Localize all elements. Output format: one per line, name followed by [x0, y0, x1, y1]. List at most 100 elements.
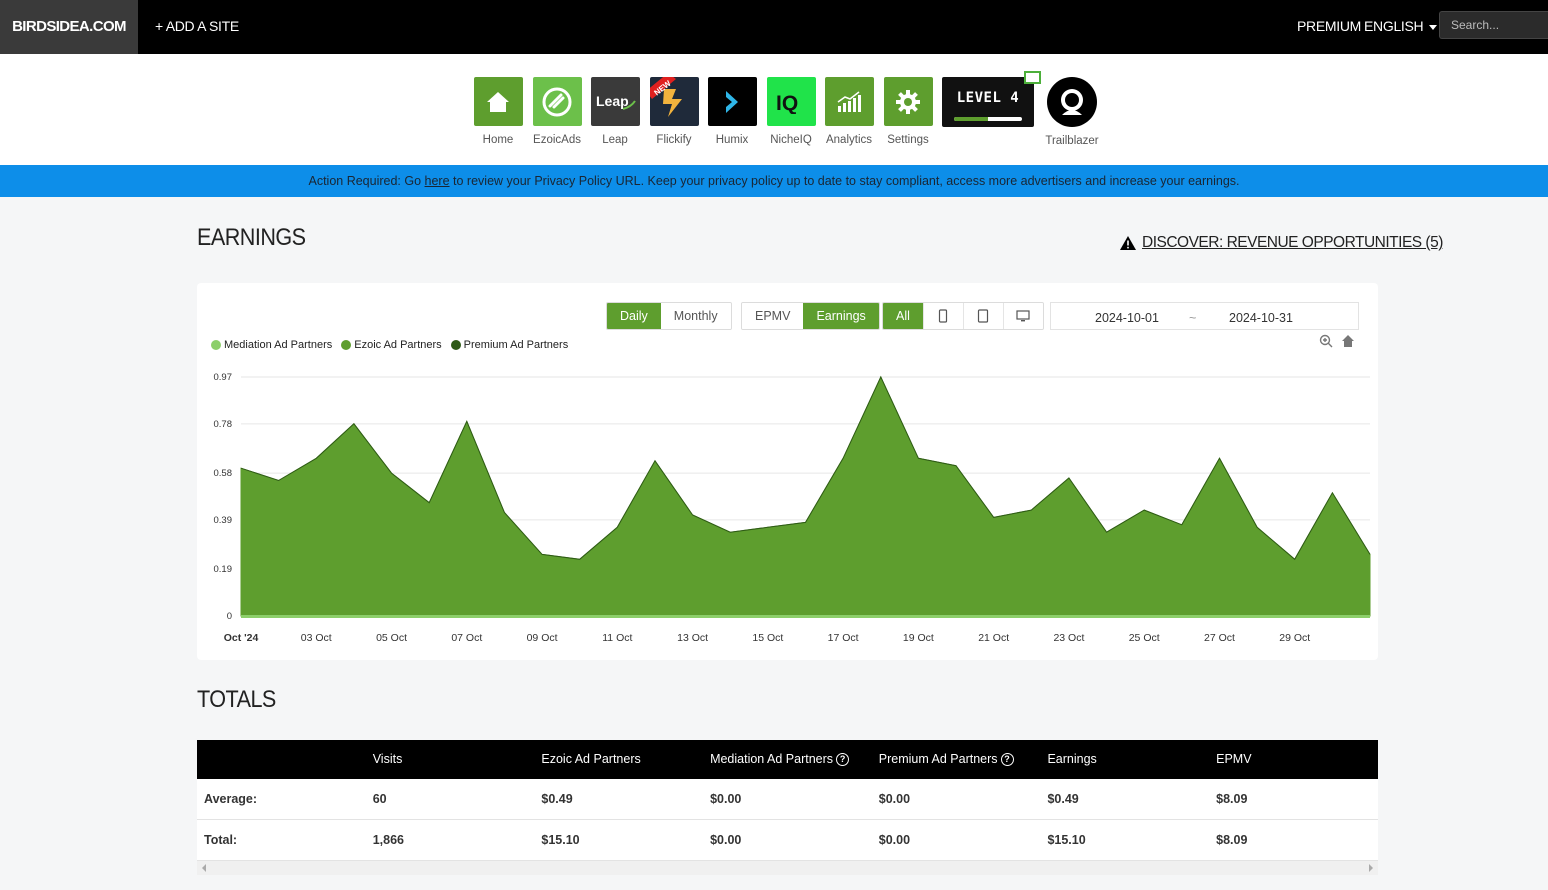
date-from: 2024-10-01	[1095, 311, 1159, 325]
legend-item-mediation[interactable]: Mediation Ad Partners	[211, 339, 332, 351]
add-site-link[interactable]: + ADD A SITE	[155, 18, 239, 34]
level-progress-fill	[954, 117, 988, 121]
app-flickify[interactable]: NEW Flickify	[649, 77, 699, 146]
table-cell: $15.10	[1047, 833, 1086, 847]
svg-text:Leap: Leap	[596, 93, 629, 109]
x-tick-label: 25 Oct	[1129, 632, 1160, 644]
monthly-button[interactable]: Monthly	[660, 303, 731, 329]
header-cell: Earnings	[1047, 752, 1097, 766]
app-analytics[interactable]: Analytics	[824, 77, 874, 146]
help-icon[interactable]: ?	[1000, 753, 1014, 767]
discover-label: DISCOVER: REVENUE OPPORTUNITIES (5)	[1142, 234, 1443, 251]
app-label: Trailblazer	[1045, 135, 1099, 147]
date-range-picker[interactable]: 2024-10-01 ~ 2024-10-31	[1050, 302, 1359, 330]
app-home[interactable]: Home	[473, 77, 523, 146]
x-tick-label: 21 Oct	[978, 632, 1009, 644]
app-humix[interactable]: Humix	[707, 77, 757, 146]
app-nicheiq[interactable]: IQ NicheIQ	[766, 77, 816, 146]
y-tick-label: 0.97	[214, 372, 233, 383]
date-to: 2024-10-31	[1229, 311, 1293, 325]
x-tick-label: 05 Oct	[376, 632, 407, 644]
earnings-chart-card: 0 0.19 0.39 0.58 0.78 0.97 Oct '24 03 Oct 05 Oct…	[197, 283, 1378, 660]
y-tick-label: 0.58	[214, 468, 233, 479]
legend-item-premium[interactable]: Premium Ad Partners	[450, 339, 569, 351]
area-series-ezoic-ad-partners[interactable]	[240, 375, 1371, 617]
nicheiq-icon: IQ	[766, 77, 816, 126]
humix-icon	[707, 77, 757, 126]
y-tick-label: 0.19	[214, 564, 233, 575]
zoom-in-icon[interactable]	[1319, 334, 1333, 348]
x-tick-label: 09 Oct	[527, 632, 558, 644]
app-trailblazer[interactable]: Trailblazer	[1043, 77, 1101, 147]
analytics-icon	[824, 77, 874, 126]
discover-revenue-link[interactable]: DISCOVER: REVENUE OPPORTUNITIES (5)	[1119, 234, 1443, 252]
table-cell: $0.49	[541, 792, 573, 806]
app-leap[interactable]: Leap Leap	[590, 77, 640, 146]
legend-label: Premium Ad Partners	[463, 339, 569, 351]
header-label: Premium Ad Partners	[878, 752, 998, 766]
legend-swatch	[211, 340, 221, 350]
x-tick-label: 19 Oct	[903, 632, 934, 644]
header-cell	[197, 740, 366, 779]
site-brand[interactable]: BIRDSIDEA.COM	[0, 0, 138, 54]
chart-toolbar	[1319, 334, 1355, 348]
envelope-icon[interactable]	[1024, 71, 1041, 84]
x-tick-label: 29 Oct	[1279, 632, 1310, 644]
epmv-button[interactable]: EPMV	[742, 303, 804, 329]
table-cell: $0.00	[710, 792, 742, 806]
app-ezoicads[interactable]: EzoicAds	[532, 77, 582, 146]
header-cell: EPMV	[1216, 752, 1252, 766]
ezoicads-icon	[532, 77, 582, 126]
language-dropdown[interactable]: ENGLISH	[1364, 18, 1438, 34]
x-tick-label: 07 Oct	[451, 632, 482, 644]
top-navigation-bar: BIRDSIDEA.COM + ADD A SITE PREMIUM ENGLI…	[0, 0, 1548, 54]
header-cell: Visits	[372, 752, 403, 766]
tablet-button[interactable]	[962, 303, 1003, 329]
y-tick-label: 0.39	[214, 515, 233, 526]
table-cell: $0.00	[878, 792, 911, 806]
flickify-icon: NEW	[649, 77, 699, 126]
astronaut-icon	[1047, 77, 1097, 127]
warning-icon	[1120, 236, 1136, 250]
chart-legend: Mediation Ad Partners Ezoic Ad Partners …	[211, 339, 568, 351]
search-input[interactable]	[1439, 11, 1548, 39]
scroll-right-icon[interactable]	[1369, 864, 1373, 872]
all-devices-button[interactable]: All	[883, 303, 923, 329]
totals-heading: TOTALS	[197, 686, 276, 713]
help-icon[interactable]: ?	[836, 753, 850, 767]
language-label: ENGLISH	[1364, 18, 1424, 34]
premium-link[interactable]: PREMIUM	[1297, 18, 1361, 34]
y-tick-label: 0	[227, 611, 232, 622]
desktop-icon	[1016, 310, 1031, 322]
table-cell: $0.00	[710, 833, 742, 847]
app-settings[interactable]: Settings	[883, 77, 933, 146]
table-cell: Total:	[204, 833, 238, 847]
scroll-left-icon[interactable]	[202, 864, 206, 872]
app-label: Settings	[887, 134, 929, 146]
desktop-button[interactable]	[1002, 303, 1043, 329]
metric-toggle: EPMV Earnings	[741, 302, 880, 330]
table-cell: $8.09	[1216, 833, 1248, 847]
level-badge[interactable]: LEVEL 4	[942, 71, 1041, 127]
banner-here-link[interactable]: here	[425, 174, 450, 188]
earnings-button[interactable]: Earnings	[803, 303, 879, 329]
table-cell: 1,866	[372, 833, 404, 847]
reset-home-icon[interactable]	[1341, 334, 1355, 348]
mobile-button[interactable]	[922, 303, 963, 329]
tablet-icon	[978, 309, 989, 323]
legend-swatch	[341, 340, 352, 350]
header-cell-premium: Premium Ad Partners?	[872, 740, 1041, 779]
svg-text:IQ: IQ	[776, 92, 798, 114]
daily-button[interactable]: Daily	[607, 303, 661, 329]
level-progress-bar	[954, 117, 1022, 121]
x-tick-label: 11 Oct	[602, 632, 632, 644]
x-tick-label: 23 Oct	[1053, 632, 1084, 644]
x-tick-label: 17 Oct	[828, 632, 859, 644]
table-cell: $0.49	[1047, 792, 1079, 806]
earnings-heading: EARNINGS	[197, 224, 306, 251]
horizontal-scrollbar[interactable]	[197, 861, 1378, 875]
gear-icon	[883, 77, 933, 126]
table-cell: 60	[372, 792, 387, 806]
table-cell: $8.09	[1216, 792, 1248, 806]
legend-item-ezoic[interactable]: Ezoic Ad Partners	[341, 339, 442, 351]
